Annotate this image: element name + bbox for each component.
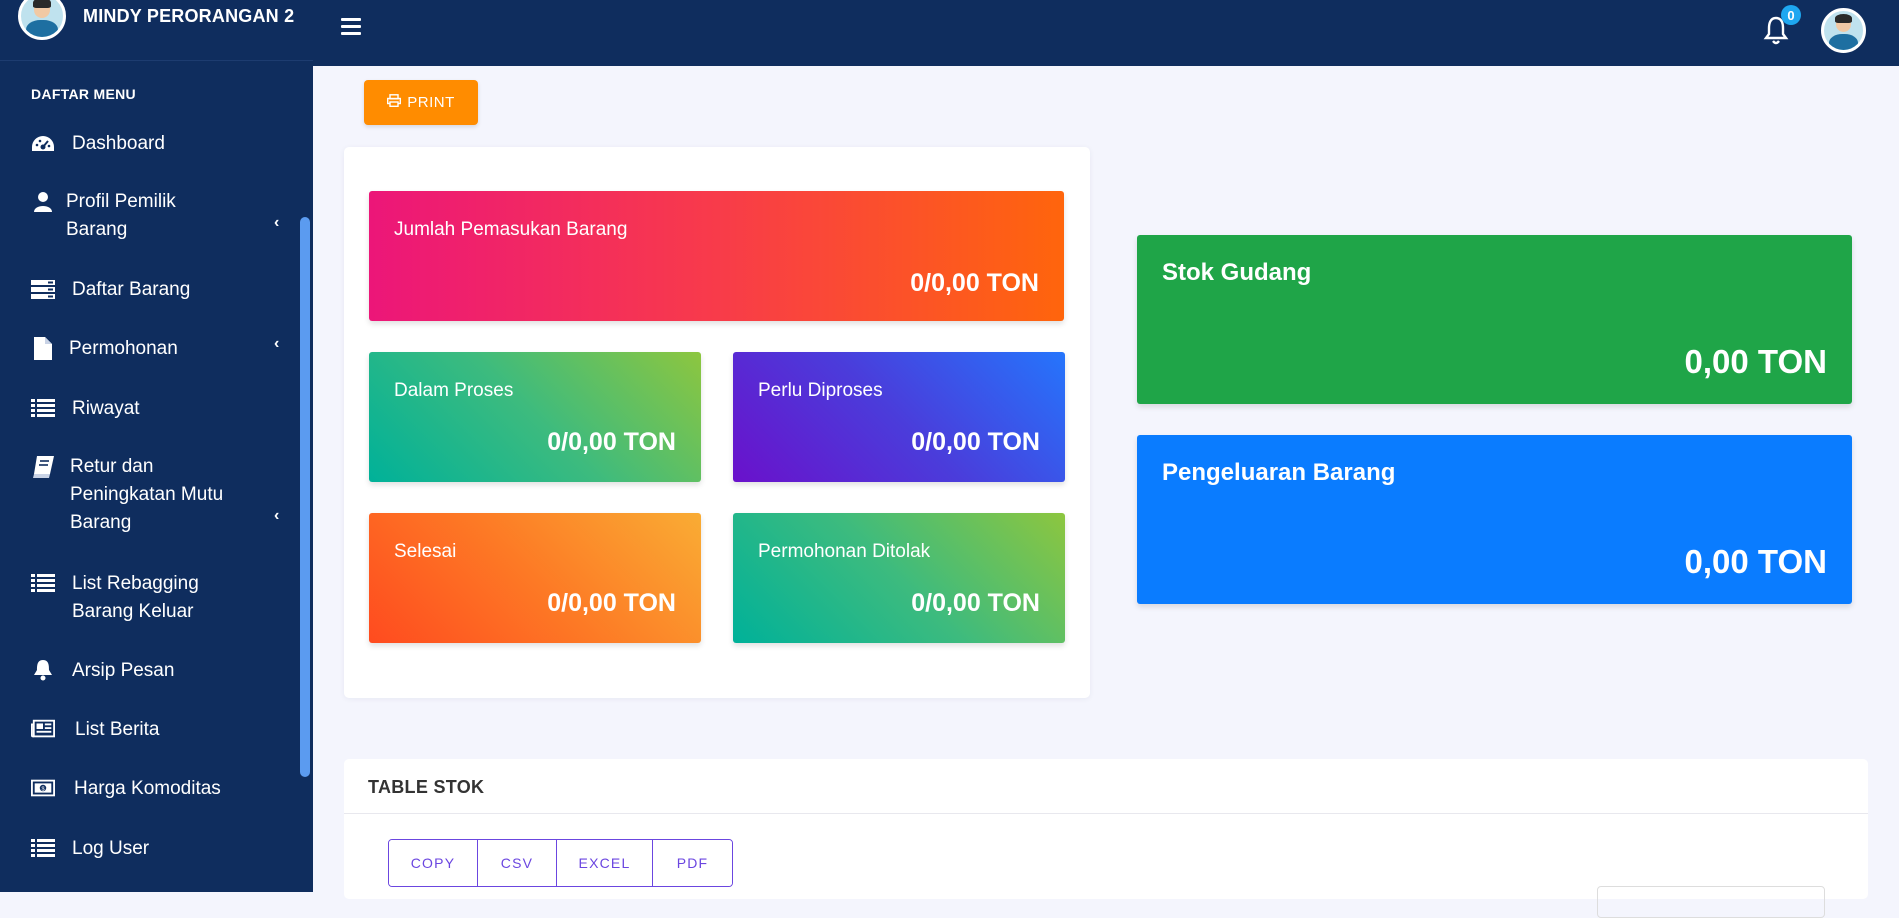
card-title: Stok Gudang <box>1162 259 1312 286</box>
table-search-input[interactable] <box>1597 886 1825 918</box>
sidebar-item-label: Permohonan <box>69 338 178 359</box>
sidebar-item-retur-peningkatan-mutu[interactable]: Retur dan Peningkatan Mutu Barang ‹ <box>0 453 300 539</box>
sidebar-item-permohonan[interactable]: Permohonan ‹ <box>0 335 300 365</box>
sidebar: MINDY PERORANGAN 2 DAFTAR MENU Dashboard… <box>0 0 313 892</box>
card-value: 0/0,00 TON <box>911 428 1040 456</box>
bell-icon <box>31 659 55 681</box>
chevron-left-icon: ‹ <box>274 214 280 231</box>
card-pengeluaran-barang: Pengeluaran Barang 0,00 TON <box>1137 435 1852 604</box>
summary-panel: Jumlah Pemasukan Barang 0/0,00 TON Dalam… <box>344 147 1090 698</box>
card-dalam-proses: Dalam Proses 0/0,00 TON <box>369 352 701 482</box>
chevron-left-icon: ‹ <box>274 335 280 352</box>
sidebar-item-label: List Rebagging Barang Keluar <box>72 573 199 622</box>
notification-badge: 0 <box>1781 5 1801 25</box>
card-value: 0/0,00 TON <box>911 589 1040 617</box>
list-icon <box>31 397 55 419</box>
dashboard-icon <box>31 133 55 155</box>
csv-button[interactable]: CSV <box>478 840 557 886</box>
user-avatar[interactable] <box>18 0 66 40</box>
sidebar-item-label: Arsip Pesan <box>72 660 175 681</box>
user-icon <box>31 191 55 213</box>
card-value: 0,00 TON <box>1684 543 1827 580</box>
print-icon <box>387 94 402 111</box>
pdf-button[interactable]: PDF <box>653 840 732 886</box>
sidebar-item-label: Riwayat <box>72 398 140 419</box>
topbar: 0 <box>313 0 1899 66</box>
card-permohonan-ditolak: Permohonan Ditolak 0/0,00 TON <box>733 513 1065 643</box>
card-title: Jumlah Pemasukan Barang <box>394 219 628 240</box>
sidebar-item-profil-pemilik-barang[interactable]: Profil Pemilik Barang ‹ <box>0 188 300 246</box>
newspaper-icon <box>31 718 55 740</box>
sidebar-item-list-berita[interactable]: List Berita <box>0 716 300 746</box>
profile-avatar[interactable] <box>1821 8 1866 53</box>
sidebar-item-label: Retur dan Peningkatan Mutu Barang <box>70 456 224 533</box>
hamburger-menu-icon[interactable] <box>341 18 361 36</box>
sidebar-item-arsip-pesan[interactable]: Arsip Pesan <box>0 657 300 687</box>
brand-name: MINDY PERORANGAN 2 <box>83 6 295 26</box>
print-button[interactable]: PRINT <box>364 80 478 125</box>
card-value: 0/0,00 TON <box>547 428 676 456</box>
menu-header: DAFTAR MENU <box>31 86 136 102</box>
sidebar-item-harga-komoditas[interactable]: $ Harga Komoditas <box>0 775 300 805</box>
svg-text:$: $ <box>41 786 44 792</box>
book-icon <box>31 456 55 478</box>
card-value: 0,00 TON <box>1684 343 1827 380</box>
card-selesai: Selesai 0/0,00 TON <box>369 513 701 643</box>
server-icon <box>31 279 55 301</box>
sidebar-item-label: Harga Komoditas <box>74 778 221 799</box>
sidebar-item-label: Log User <box>72 838 150 859</box>
sidebar-item-label: Daftar Barang <box>72 279 191 300</box>
print-label: PRINT <box>407 94 455 111</box>
card-stok-gudang: Stok Gudang 0,00 TON <box>1137 235 1852 404</box>
card-title: Pengeluaran Barang <box>1162 459 1396 486</box>
card-title: Permohonan Ditolak <box>758 541 931 562</box>
sidebar-item-label: List Berita <box>75 719 160 740</box>
card-title: Dalam Proses <box>394 380 514 401</box>
list-icon <box>31 837 55 859</box>
sidebar-item-label: Dashboard <box>72 133 165 154</box>
sidebar-item-dashboard[interactable]: Dashboard <box>0 130 300 160</box>
card-title: Perlu Diproses <box>758 380 883 401</box>
brand: MINDY PERORANGAN 2 <box>0 0 313 61</box>
file-icon <box>31 336 55 360</box>
sidebar-item-log-user[interactable]: Log User <box>0 835 300 865</box>
table-stok-panel: TABLE STOK COPY CSV EXCEL PDF <box>344 759 1868 918</box>
sidebar-item-label: Profil Pemilik Barang <box>66 191 176 240</box>
divider <box>344 813 1868 814</box>
sidebar-item-riwayat[interactable]: Riwayat <box>0 395 300 425</box>
export-button-group: COPY CSV EXCEL PDF <box>388 839 733 887</box>
table-title: TABLE STOK <box>368 777 485 797</box>
chevron-left-icon: ‹ <box>274 507 280 524</box>
card-title: Selesai <box>394 541 457 562</box>
copy-button[interactable]: COPY <box>389 840 478 886</box>
card-value: 0/0,00 TON <box>547 589 676 617</box>
card-perlu-diproses: Perlu Diproses 0/0,00 TON <box>733 352 1065 482</box>
list-icon <box>31 572 55 594</box>
sidebar-scrollbar[interactable] <box>300 217 310 777</box>
sidebar-item-daftar-barang[interactable]: Daftar Barang <box>0 276 300 306</box>
money-icon: $ <box>31 777 55 799</box>
card-jumlah-pemasukan: Jumlah Pemasukan Barang 0/0,00 TON <box>369 191 1064 321</box>
card-value: 0/0,00 TON <box>910 269 1039 297</box>
excel-button[interactable]: EXCEL <box>557 840 653 886</box>
sidebar-item-list-rebagging[interactable]: List Rebagging Barang Keluar <box>0 570 300 628</box>
